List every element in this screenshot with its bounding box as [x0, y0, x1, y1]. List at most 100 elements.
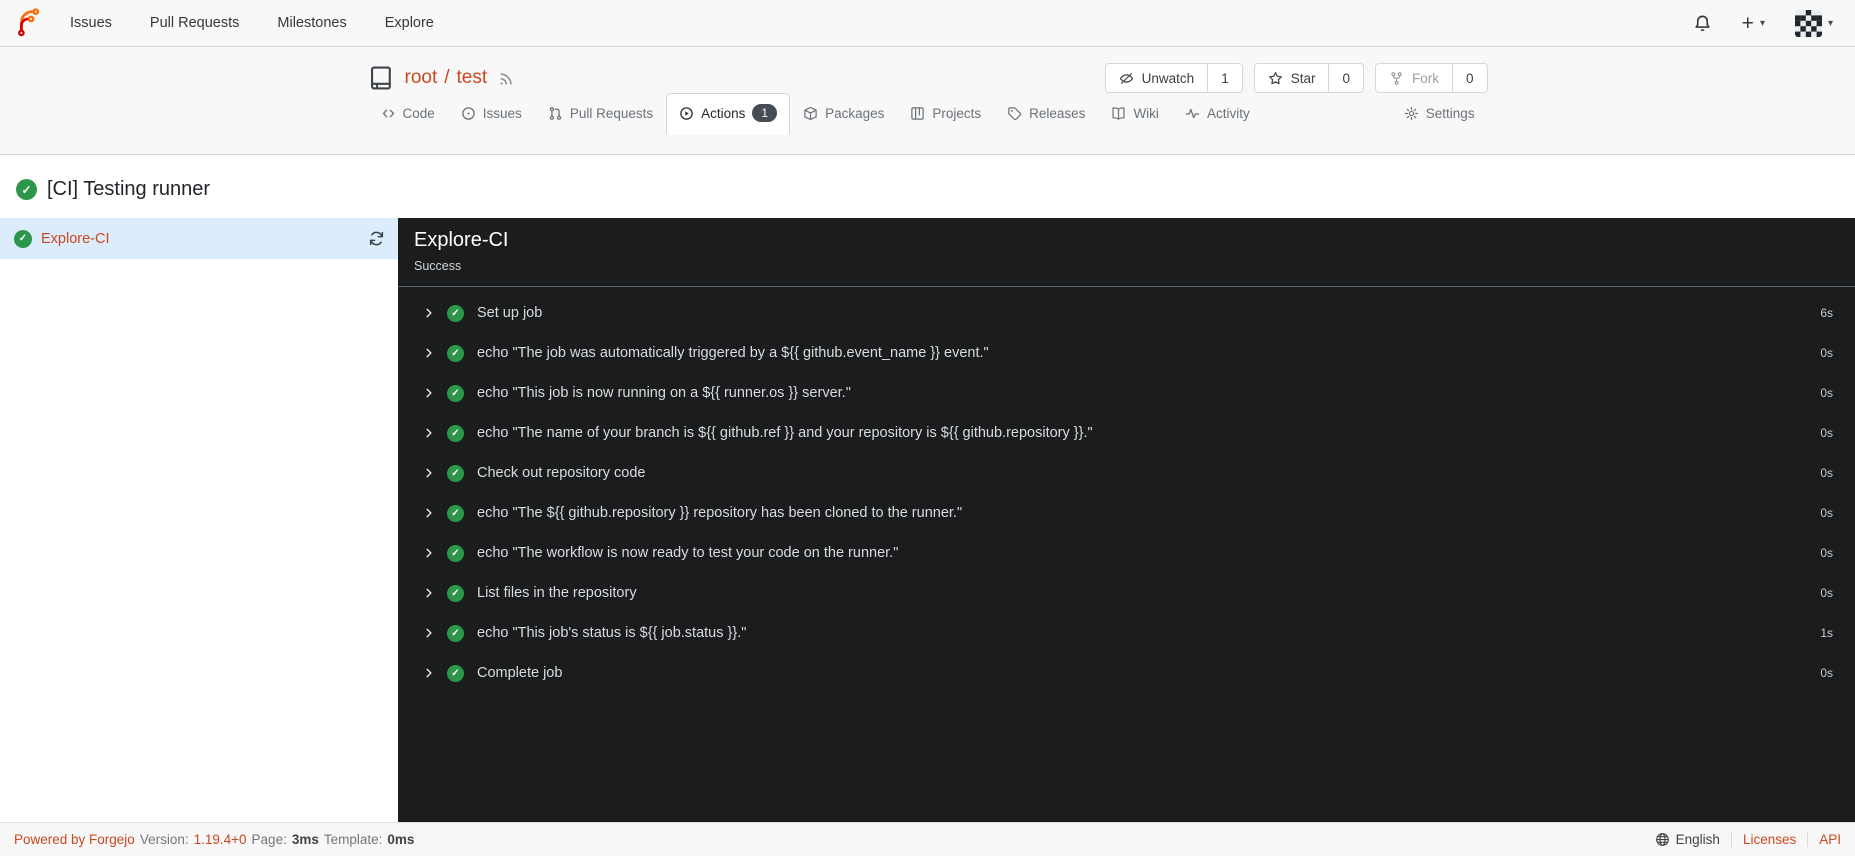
language-label: English	[1675, 832, 1720, 847]
step-row[interactable]: ✓ Set up job 6s	[398, 293, 1855, 333]
step-success-icon: ✓	[447, 424, 464, 442]
step-duration: 0s	[1820, 386, 1833, 400]
language-selector[interactable]: English	[1644, 832, 1731, 847]
step-row[interactable]: ✓ echo "The workflow is now ready to tes…	[398, 533, 1855, 573]
chevron-right-icon[interactable]	[423, 547, 435, 559]
tab-actions[interactable]: Actions 1	[666, 93, 791, 136]
page-time-label: Page:	[251, 832, 287, 847]
star-button-group: Star 0	[1253, 63, 1364, 93]
step-row[interactable]: ✓ List files in the repository 0s	[398, 573, 1855, 613]
licenses-link[interactable]: Licenses	[1730, 832, 1807, 847]
step-duration: 0s	[1820, 586, 1833, 600]
run-title: [CI] Testing runner	[47, 178, 211, 200]
nav-link-pull-requests[interactable]: Pull Requests	[150, 15, 239, 31]
user-menu-dropdown[interactable]: ▾	[1794, 9, 1833, 37]
powered-by-forgejo-link[interactable]: Powered by Forgejo	[14, 832, 135, 847]
tab-activity[interactable]: Activity	[1172, 95, 1263, 134]
tab-wiki[interactable]: Wiki	[1098, 95, 1172, 134]
chevron-right-icon[interactable]	[423, 427, 435, 439]
repo-icon	[368, 65, 394, 91]
tab-code-label: Code	[402, 106, 435, 122]
tab-packages[interactable]: Packages	[790, 95, 897, 134]
step-duration: 0s	[1820, 466, 1833, 480]
notifications-bell-icon[interactable]	[1693, 14, 1712, 33]
job-label: Explore-CI	[41, 230, 110, 247]
tab-pull-requests[interactable]: Pull Requests	[535, 95, 666, 134]
step-row[interactable]: ✓ echo "The name of your branch is ${{ g…	[398, 413, 1855, 453]
chevron-down-icon: ▾	[1827, 17, 1833, 29]
tab-issues[interactable]: Issues	[448, 95, 535, 134]
tab-issues-label: Issues	[482, 106, 522, 122]
rerun-refresh-icon[interactable]	[368, 230, 385, 247]
actions-play-icon	[679, 106, 694, 121]
tab-settings[interactable]: Settings	[1391, 95, 1488, 134]
tab-projects[interactable]: Projects	[897, 95, 994, 134]
repo-name-link[interactable]: test	[457, 67, 488, 89]
watch-button-group: Unwatch 1	[1104, 63, 1243, 93]
fork-button[interactable]: Fork	[1376, 64, 1452, 92]
nav-link-issues[interactable]: Issues	[70, 15, 112, 31]
step-row[interactable]: ✓ echo "This job's status is ${{ job.sta…	[398, 613, 1855, 653]
job-success-icon: ✓	[14, 229, 32, 248]
fork-button-group: Fork 0	[1374, 63, 1488, 93]
job-item-explore-ci[interactable]: ✓ Explore-CI	[0, 218, 398, 259]
chevron-right-icon[interactable]	[423, 627, 435, 639]
step-row[interactable]: ✓ echo "The job was automatically trigge…	[398, 333, 1855, 373]
step-row[interactable]: ✓ Complete job 0s	[398, 653, 1855, 693]
step-success-icon: ✓	[447, 624, 464, 642]
version-link[interactable]: 1.19.4+0	[194, 832, 247, 847]
stars-count[interactable]: 0	[1328, 64, 1363, 92]
step-success-icon: ✓	[447, 544, 464, 562]
step-duration: 0s	[1820, 346, 1833, 360]
rss-icon[interactable]	[498, 70, 515, 87]
unwatch-button[interactable]: Unwatch	[1106, 64, 1208, 92]
forgejo-logo-icon[interactable]	[14, 8, 44, 38]
repo-owner-link[interactable]: root	[405, 67, 438, 89]
create-new-dropdown[interactable]: + ▾	[1742, 13, 1765, 34]
repo-slash: /	[444, 67, 450, 88]
tab-code[interactable]: Code	[368, 95, 448, 134]
forks-count[interactable]: 0	[1451, 64, 1487, 92]
chevron-right-icon[interactable]	[423, 587, 435, 599]
chevron-right-icon[interactable]	[423, 467, 435, 479]
chevron-right-icon[interactable]	[423, 387, 435, 399]
fork-icon	[1389, 71, 1404, 86]
watchers-count[interactable]: 1	[1207, 64, 1242, 92]
nav-link-milestones[interactable]: Milestones	[277, 15, 346, 31]
run-body: ✓ Explore-CI Explore-CI Success ✓ Set up…	[0, 218, 1855, 822]
unwatch-label: Unwatch	[1141, 70, 1195, 86]
star-button[interactable]: Star	[1255, 64, 1329, 92]
chevron-right-icon[interactable]	[423, 307, 435, 319]
version-label: Version:	[139, 832, 189, 847]
step-name: echo "The job was automatically triggere…	[477, 345, 989, 361]
nav-links: Issues Pull Requests Milestones Explore	[70, 15, 434, 31]
job-steps-list: ✓ Set up job 6s ✓ echo "The job was auto…	[398, 287, 1855, 693]
step-row[interactable]: ✓ echo "The ${{ github.repository }} rep…	[398, 493, 1855, 533]
api-link[interactable]: API	[1807, 832, 1841, 847]
chevron-right-icon[interactable]	[423, 667, 435, 679]
chevron-right-icon[interactable]	[423, 507, 435, 519]
gear-icon	[1404, 106, 1419, 121]
step-success-icon: ✓	[447, 304, 464, 322]
step-name: Check out repository code	[477, 465, 646, 481]
book-icon	[1111, 106, 1126, 121]
step-name: Set up job	[477, 305, 543, 321]
step-success-icon: ✓	[447, 344, 464, 362]
eye-off-icon	[1119, 71, 1134, 86]
pulse-icon	[1185, 106, 1200, 121]
step-row[interactable]: ✓ Check out repository code 0s	[398, 453, 1855, 493]
nav-link-explore[interactable]: Explore	[385, 15, 434, 31]
fork-label: Fork	[1411, 70, 1439, 86]
step-duration: 0s	[1820, 426, 1833, 440]
step-row[interactable]: ✓ echo "This job is now running on a ${{…	[398, 373, 1855, 413]
step-name: echo "This job's status is ${{ job.statu…	[477, 625, 747, 641]
footer-right: English Licenses API	[1644, 832, 1841, 847]
step-duration: 0s	[1820, 506, 1833, 520]
step-name: echo "The workflow is now ready to test …	[477, 545, 899, 561]
chevron-right-icon[interactable]	[423, 347, 435, 359]
chevron-down-icon: ▾	[1759, 17, 1765, 29]
template-time-label: Template:	[323, 832, 383, 847]
tab-releases[interactable]: Releases	[994, 95, 1098, 134]
step-name: echo "This job is now running on a ${{ r…	[477, 385, 851, 401]
step-success-icon: ✓	[447, 584, 464, 602]
